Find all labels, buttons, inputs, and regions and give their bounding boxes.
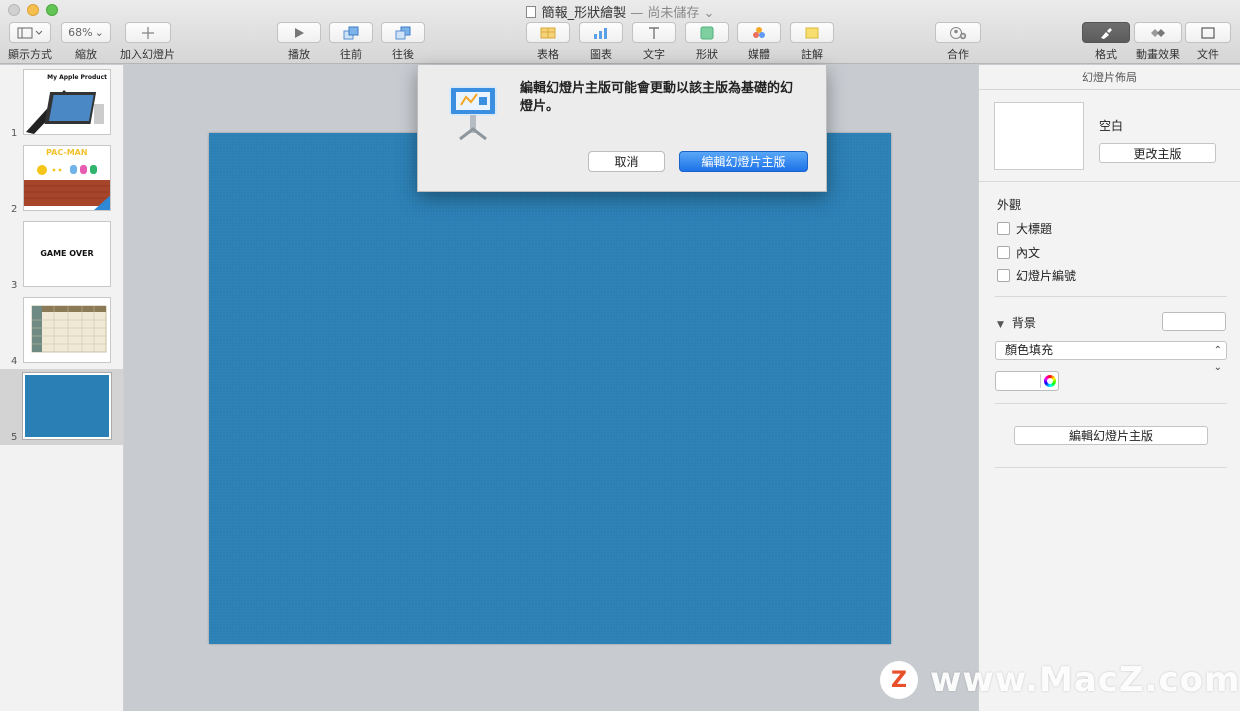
chevron-down-icon: ⌄: [94, 26, 104, 39]
color-wheel-icon[interactable]: [1040, 374, 1056, 388]
edit-master-confirm-button[interactable]: 編輯幻燈片主版: [679, 151, 808, 172]
zoom-button[interactable]: 68% ⌄: [61, 22, 111, 43]
slide-number-checkbox-row[interactable]: 幻燈片編號: [997, 267, 1076, 284]
watermark: Z www.MacZ.com: [880, 660, 1240, 700]
shape-icon: [700, 26, 714, 39]
comment-menu[interactable]: 註解: [790, 22, 834, 62]
animation-diamond-icon: [1151, 28, 1165, 37]
bring-forward-button[interactable]: [329, 22, 373, 43]
slide-thumbnail-2[interactable]: PAC-MAN 2: [0, 141, 123, 217]
inspector-header: 幻燈片佈局: [979, 65, 1240, 90]
paintbrush-icon: [1101, 27, 1112, 39]
slide-preview: My Apple Product: [23, 69, 111, 135]
add-slide-menu[interactable]: 加入幻燈片: [120, 22, 175, 62]
body-checkbox[interactable]: [997, 246, 1010, 259]
body-checkbox-row[interactable]: 內文: [997, 244, 1040, 261]
animate-button[interactable]: [1134, 22, 1182, 43]
title-checkbox-row[interactable]: 大標題: [997, 220, 1052, 237]
document-button[interactable]: [1185, 22, 1231, 43]
title-checkbox[interactable]: [997, 222, 1010, 235]
document-menu[interactable]: 文件: [1185, 22, 1231, 62]
view-menu[interactable]: 顯示方式: [8, 22, 52, 62]
current-slide[interactable]: [209, 133, 891, 644]
background-preview-swatch[interactable]: [1162, 312, 1226, 331]
disclosure-triangle-icon: ▼: [997, 320, 1004, 330]
fill-type-select[interactable]: 顏色填充 ⌃ ⌄: [995, 341, 1227, 373]
change-master-button[interactable]: 更改主版: [1099, 143, 1216, 163]
background-section-toggle[interactable]: ▼ 背景: [997, 314, 1036, 331]
dialog-message: 編輯幻燈片主版可能會更動以該主版為基礎的幻燈片。: [520, 81, 794, 114]
zoom-menu[interactable]: 68% ⌄ 縮放: [61, 22, 111, 62]
media-button[interactable]: [737, 22, 781, 43]
document-panel-icon: [1201, 26, 1215, 39]
sidebar-icon: [17, 27, 43, 38]
add-person-icon: [950, 26, 967, 39]
slide-thumbnail-4[interactable]: 4: [0, 293, 123, 369]
slide-number-checkbox[interactable]: [997, 269, 1010, 282]
add-slide-button[interactable]: [124, 22, 171, 43]
save-status: 尚未儲存: [647, 6, 700, 21]
text-icon: [649, 26, 659, 39]
chart-menu[interactable]: 圖表: [579, 22, 623, 62]
text-button[interactable]: [632, 22, 676, 43]
appearance-title: 外觀: [997, 198, 1022, 212]
slide-preview: PAC-MAN: [23, 145, 111, 211]
slide-preview: [23, 297, 111, 363]
table-menu[interactable]: 表格: [526, 22, 570, 62]
slide-preview: [22, 372, 112, 440]
watermark-text: www.MacZ.com: [930, 660, 1240, 700]
send-backward-icon: [395, 26, 411, 39]
edit-slide-master-button[interactable]: 編輯幻燈片主版: [1014, 426, 1208, 445]
layout-name: 空白: [1099, 119, 1124, 133]
comment-button[interactable]: [790, 22, 834, 43]
collaborate-menu[interactable]: 合作: [935, 22, 981, 62]
slide-navigator: My Apple Product 1 PAC-MAN 2 GAME OVER 3: [0, 65, 124, 711]
layout-preview[interactable]: [994, 102, 1084, 170]
send-backward-button[interactable]: [381, 22, 425, 43]
animate-menu[interactable]: 動畫效果: [1134, 22, 1182, 62]
play-menu[interactable]: 播放: [277, 22, 321, 62]
media-menu[interactable]: 媒體: [737, 22, 781, 62]
format-inspector: 幻燈片佈局 空白 更改主版 外觀 大標題 內文 幻燈片編號 ▼ 背景 顏色填充 ⌃…: [978, 65, 1240, 711]
edit-master-dialog: 編輯幻燈片主版可能會更動以該主版為基礎的幻燈片。 取消 編輯幻燈片主版: [417, 65, 827, 192]
text-menu[interactable]: 文字: [632, 22, 676, 62]
play-icon: [295, 27, 304, 38]
window-toolbar: 簡報_形狀繪製 — 尚未儲存 ⌄ 顯示方式 68% ⌄ 縮放 加入幻燈片 播放 往…: [0, 0, 1240, 64]
bring-forward-icon: [343, 26, 359, 39]
format-menu[interactable]: 格式: [1082, 22, 1130, 62]
comment-icon: [805, 27, 819, 38]
shape-button[interactable]: [685, 22, 729, 43]
slide-thumbnail-5[interactable]: 5: [0, 369, 123, 445]
window-title[interactable]: 簡報_形狀繪製 — 尚未儲存 ⌄: [0, 2, 1240, 21]
photos-icon: [753, 26, 765, 38]
document-icon: [525, 6, 536, 18]
shape-menu[interactable]: 形狀: [685, 22, 729, 62]
divider: [995, 403, 1227, 404]
table-button[interactable]: [526, 22, 570, 43]
divider: [995, 296, 1227, 297]
slide-thumbnail-1[interactable]: My Apple Product 1: [0, 65, 123, 141]
view-button[interactable]: [9, 22, 51, 43]
bring-forward-menu[interactable]: 往前: [329, 22, 373, 62]
table-icon: [540, 27, 556, 38]
cancel-button[interactable]: 取消: [588, 151, 665, 172]
macz-logo: Z: [880, 661, 918, 699]
chart-icon: [594, 27, 607, 39]
divider: [995, 467, 1227, 468]
slide-preview: GAME OVER: [23, 221, 111, 287]
play-button[interactable]: [277, 22, 321, 43]
format-button[interactable]: [1082, 22, 1130, 43]
plus-icon: [141, 26, 154, 39]
chevron-down-icon[interactable]: ⌄: [704, 6, 715, 21]
slide-thumbnail-3[interactable]: GAME OVER 3: [0, 217, 123, 293]
chart-button[interactable]: [579, 22, 623, 43]
table-picture: [31, 305, 107, 353]
send-backward-menu[interactable]: 往後: [381, 22, 425, 62]
fill-color-well[interactable]: [995, 371, 1059, 391]
keynote-app-icon: [449, 86, 497, 141]
divider: [979, 181, 1240, 182]
collaborate-button[interactable]: [935, 22, 981, 43]
updown-chevron-icon: ⌃ ⌄: [1213, 345, 1222, 373]
